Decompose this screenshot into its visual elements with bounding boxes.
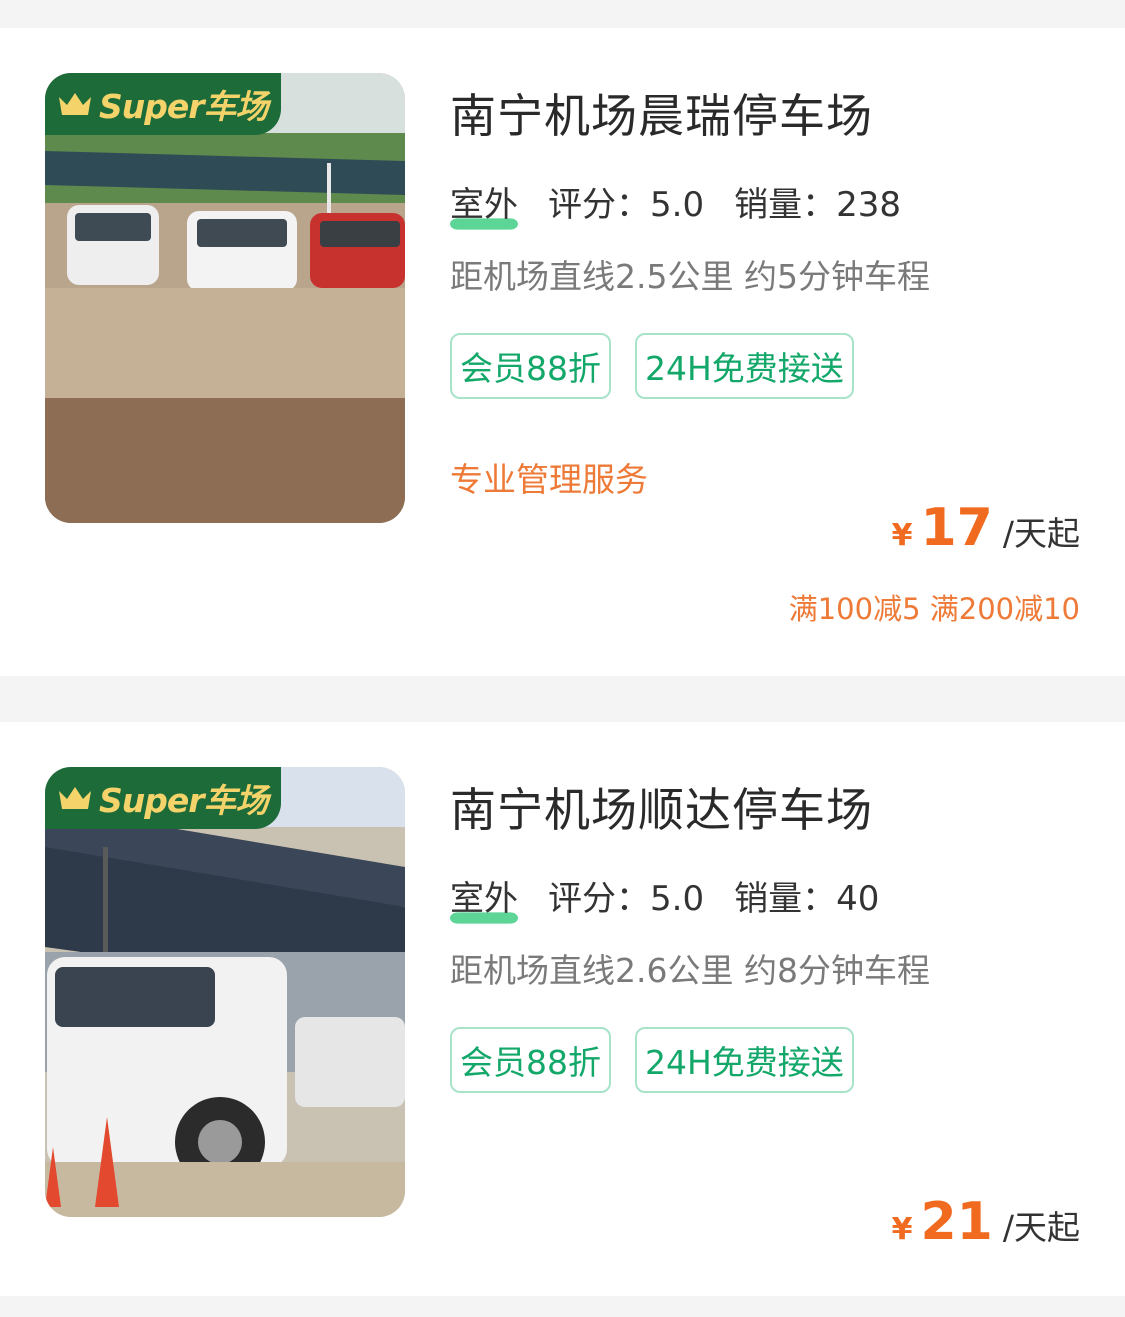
parking-lot-meta: 室外 评分：5.0 销量：238 <box>450 177 931 230</box>
parking-lot-card[interactable]: Super车场 南宁机场晨瑞停车场 室外 评分：5.0 销量：238 距机场直线… <box>0 28 1125 676</box>
lot-type-label: 室外 <box>450 878 518 919</box>
lot-rating: 评分：5.0 <box>548 184 705 225</box>
tag-free-shuttle: 24H免费接送 <box>635 1027 854 1093</box>
lot-price: ¥ 17 /天起 <box>892 498 1080 558</box>
price-currency: ¥ <box>891 518 913 553</box>
lot-price: ¥ 21 /天起 <box>892 1192 1080 1252</box>
lot-tags: 会员88折 24H免费接送 <box>450 1027 854 1093</box>
parking-lot-photo[interactable]: Super车场 <box>45 767 405 1217</box>
parking-lot-card[interactable]: Super车场 南宁机场顺达停车场 室外 评分：5.0 销量：40 距机场直线2… <box>0 722 1125 1296</box>
parking-lot-title[interactable]: 南宁机场晨瑞停车场 <box>450 80 873 146</box>
lot-type: 室外 <box>450 177 518 230</box>
parking-lot-title[interactable]: 南宁机场顺达停车场 <box>450 774 873 840</box>
lot-distance: 距机场直线2.5公里 约5分钟车程 <box>450 257 930 296</box>
price-value: 17 <box>920 498 993 558</box>
price-currency: ¥ <box>891 1212 913 1247</box>
tag-member-discount: 会员88折 <box>450 333 611 399</box>
badge-label: Super车场 <box>99 781 269 820</box>
lot-sales: 销量：40 <box>734 878 880 919</box>
price-unit: /天起 <box>1002 514 1080 553</box>
lot-type: 室外 <box>450 871 518 924</box>
parking-lot-list: Super车场 南宁机场晨瑞停车场 室外 评分：5.0 销量：238 距机场直线… <box>0 0 1125 1317</box>
tag-member-discount: 会员88折 <box>450 1027 611 1093</box>
badge-label: Super车场 <box>99 87 269 126</box>
lot-distance: 距机场直线2.6公里 约8分钟车程 <box>450 951 930 990</box>
tag-free-shuttle: 24H免费接送 <box>635 333 854 399</box>
super-lot-badge: Super车场 <box>45 767 281 829</box>
price-value: 21 <box>920 1192 993 1252</box>
lot-type-label: 室外 <box>450 184 518 225</box>
parking-lot-photo[interactable]: Super车场 <box>45 73 405 523</box>
lot-promo: 满100减5 满200减10 <box>788 592 1080 626</box>
crown-icon <box>59 787 91 809</box>
crown-icon <box>59 93 91 115</box>
lot-tags: 会员88折 24H免费接送 <box>450 333 854 399</box>
lot-rating: 评分：5.0 <box>548 878 705 919</box>
super-lot-badge: Super车场 <box>45 73 281 135</box>
parking-lot-image <box>45 73 405 523</box>
lot-sales: 销量：238 <box>734 184 901 225</box>
lot-service: 专业管理服务 <box>450 460 648 499</box>
parking-lot-image <box>45 767 405 1217</box>
price-unit: /天起 <box>1002 1208 1080 1247</box>
parking-lot-meta: 室外 评分：5.0 销量：40 <box>450 871 909 924</box>
